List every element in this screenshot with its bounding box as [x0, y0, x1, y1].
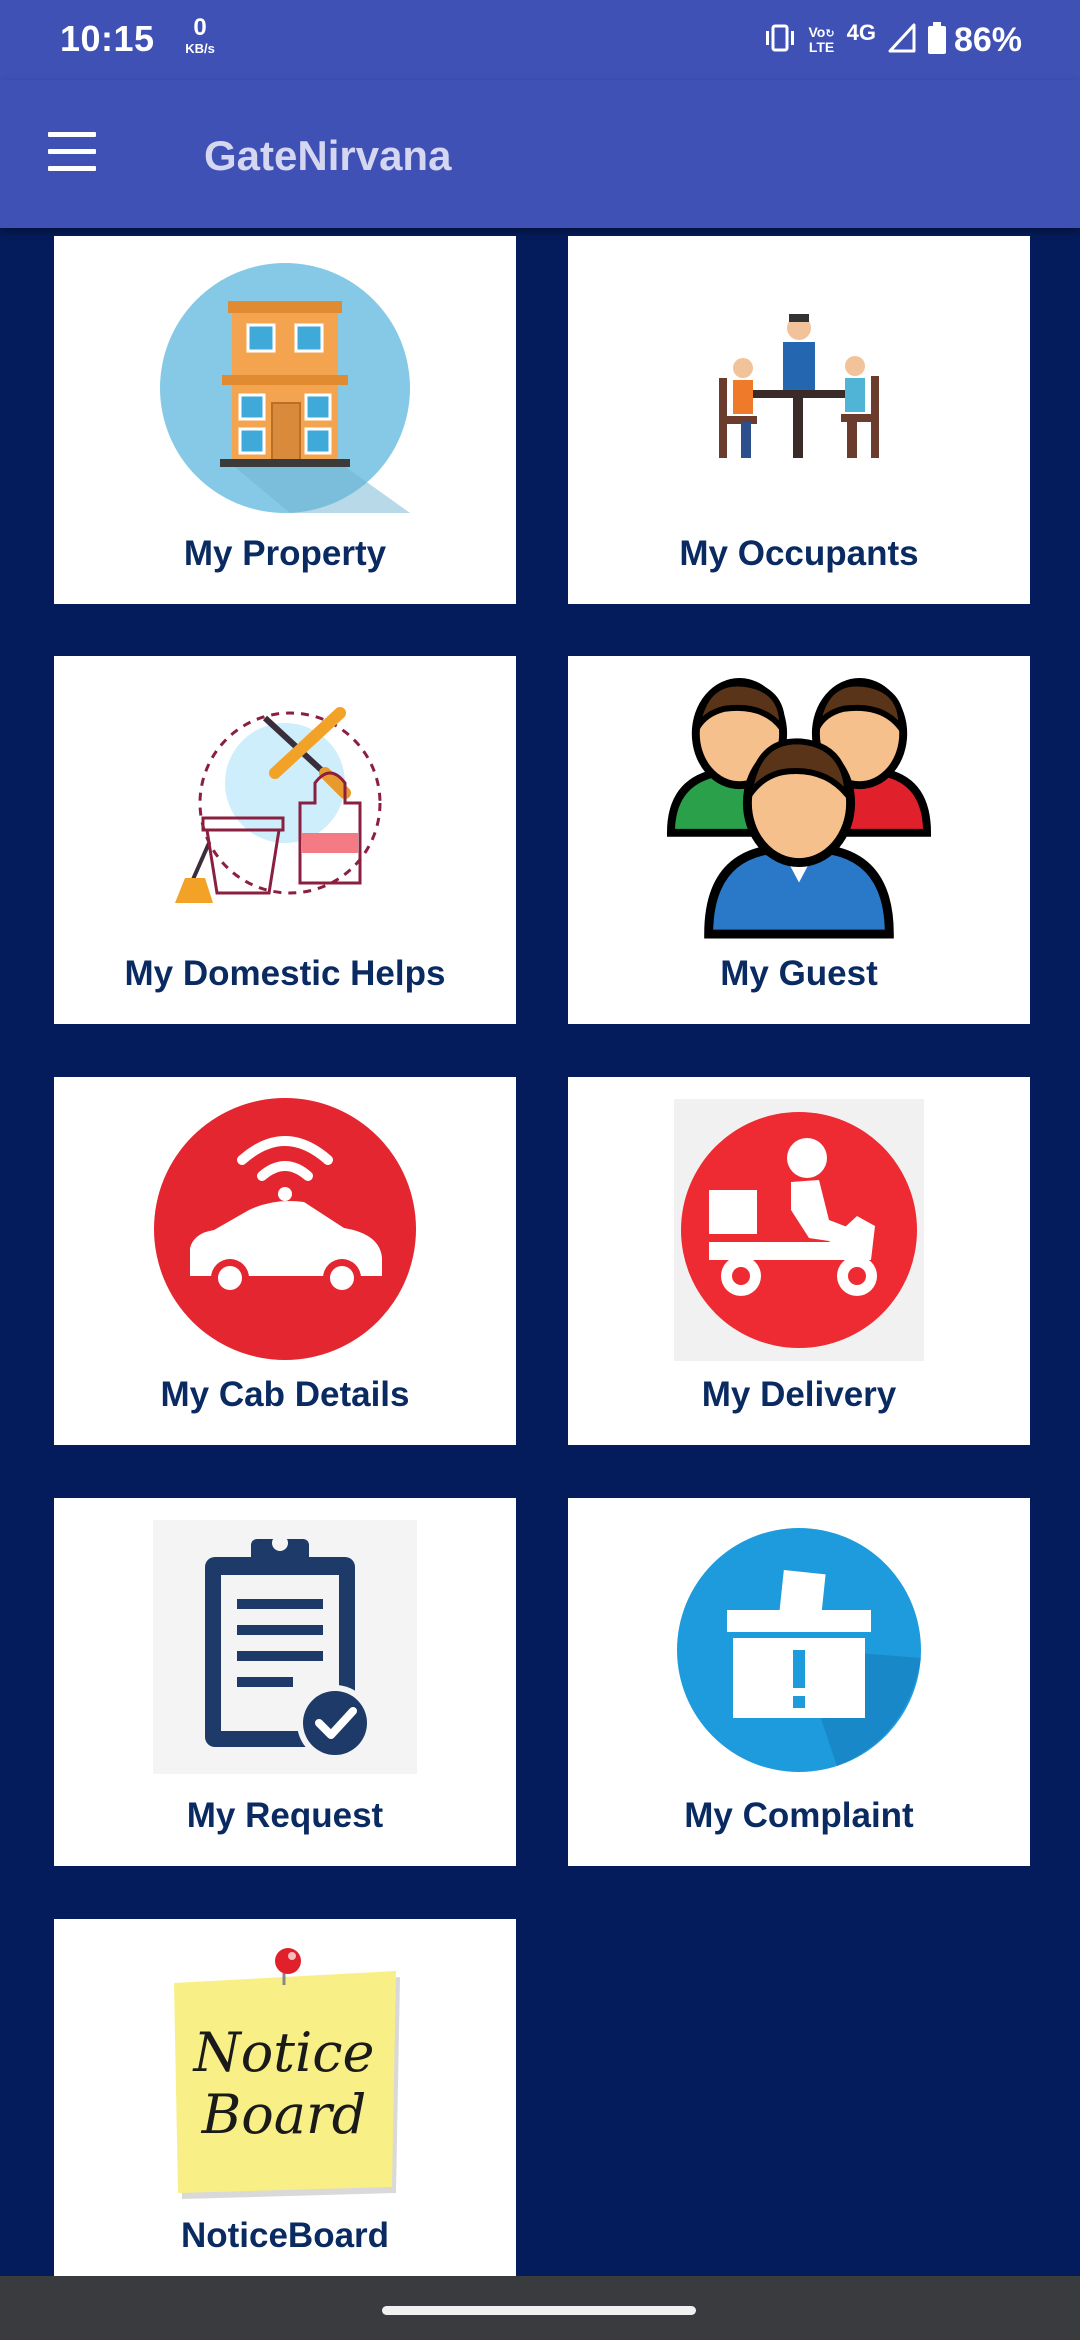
notice-line-2: Board — [201, 2083, 367, 2146]
battery-percent: 86% — [953, 20, 1022, 59]
status-icons: Vo↻ LTE 4G 86% — [751, 14, 1022, 66]
clipboard-check-icon — [153, 1520, 417, 1774]
tile-label: My Occupants — [679, 534, 919, 573]
guests-group-icon — [665, 677, 933, 939]
home-gesture-handle[interactable] — [382, 2306, 696, 2315]
app-title: GateNirvana — [204, 132, 452, 179]
tile-my-complaint[interactable]: My Complaint — [568, 1498, 1030, 1866]
sticky-note-icon: Notice Board — [151, 1943, 419, 2213]
tile-label: My Complaint — [684, 1796, 914, 1835]
network-speed: 0 KB/s — [175, 14, 225, 56]
battery-icon — [927, 21, 946, 59]
tile-my-occupants[interactable]: My Occupants — [568, 236, 1030, 604]
network-speed-value: 0 — [193, 14, 207, 41]
system-navigation-bar — [0, 2276, 1080, 2340]
notice-line-1: Notice — [192, 2021, 375, 2084]
people-at-table-icon — [665, 258, 933, 518]
tile-label: My Request — [186, 1796, 384, 1835]
tile-my-guest[interactable]: My Guest — [568, 656, 1030, 1024]
volte-bottom-text: LTE — [808, 39, 835, 56]
tile-my-domestic-helps[interactable]: My Domestic Helps — [54, 656, 516, 1024]
tile-label: My Guest — [720, 954, 878, 993]
tile-label: My Property — [183, 534, 387, 573]
delivery-scooter-icon — [674, 1099, 924, 1361]
tile-noticeboard[interactable]: Notice Board NoticeBoard — [54, 1919, 516, 2276]
signal-icon — [888, 23, 916, 58]
app-bar: GateNirvana — [0, 80, 1080, 228]
volte-top-text: Vo — [808, 23, 826, 40]
tile-my-delivery[interactable]: My Delivery — [568, 1077, 1030, 1445]
status-time: 10:15 — [60, 18, 155, 59]
tile-my-property[interactable]: My Property — [54, 236, 516, 604]
tile-my-request[interactable]: My Request — [54, 1498, 516, 1866]
network-speed-unit: KB/s — [185, 41, 215, 56]
hamburger-menu-icon[interactable] — [42, 130, 104, 176]
building-icon — [151, 258, 419, 518]
tile-label: My Delivery — [701, 1375, 897, 1414]
cleaning-tools-icon — [151, 678, 419, 938]
status-bar: 10:15 0 KB/s Vo↻ LTE 4G 86% — [0, 0, 1080, 80]
tile-my-cab-details[interactable]: My Cab Details — [54, 1077, 516, 1445]
tile-label: My Cab Details — [160, 1375, 410, 1414]
tile-label: NoticeBoard — [180, 2216, 390, 2255]
vibrate-icon — [763, 23, 797, 58]
complaint-box-icon — [665, 1520, 933, 1780]
connected-car-icon — [151, 1098, 419, 1360]
volte-indicator: Vo↻ LTE — [808, 23, 835, 56]
network-type: 4G — [846, 20, 876, 45]
tile-label: My Domestic Helps — [124, 954, 446, 993]
